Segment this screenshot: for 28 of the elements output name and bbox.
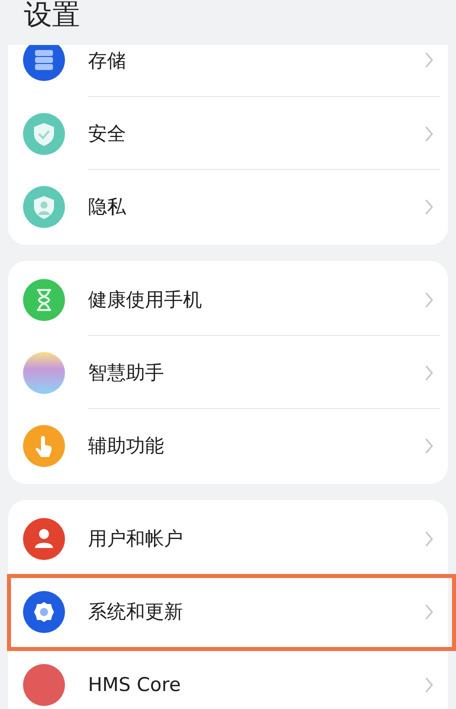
settings-item[interactable]: 隐私 — [8, 170, 448, 243]
item-label: 存储 — [88, 49, 127, 74]
chevron-icon — [424, 51, 434, 69]
item-label: HMS Core — [88, 674, 182, 696]
settings-item[interactable]: 健康使用手机 — [8, 263, 448, 336]
item-label: 智慧助手 — [88, 360, 165, 386]
item-label: 隐私 — [88, 194, 127, 220]
settings-item[interactable]: 智慧助手 — [8, 336, 448, 409]
item-label: 用户和帐户 — [88, 526, 184, 552]
chevron-icon — [424, 198, 434, 216]
chevron-icon — [424, 364, 434, 382]
settings-item[interactable]: 用户和帐户 — [8, 502, 448, 575]
settings-item[interactable]: 存储 — [8, 45, 448, 97]
item-label: 辅助功能 — [88, 434, 165, 458]
item-label: 安全 — [88, 122, 127, 146]
chevron-icon — [424, 530, 434, 548]
page-title: 设置 — [24, 1, 80, 29]
settings-item[interactable]: 辅助功能 — [8, 409, 448, 482]
item-label: 系统和更新 — [88, 600, 184, 624]
chevron-icon — [424, 602, 434, 620]
chevron-icon — [424, 124, 434, 142]
chevron-icon — [424, 290, 434, 308]
chevron-icon — [424, 436, 434, 454]
item-label: 健康使用手机 — [88, 288, 203, 312]
chevron-icon — [424, 676, 434, 694]
settings-item[interactable]: 系统和更新 — [8, 575, 448, 648]
settings-item[interactable]: HMS Core — [8, 648, 448, 709]
settings-item[interactable]: 安全 — [8, 97, 448, 170]
